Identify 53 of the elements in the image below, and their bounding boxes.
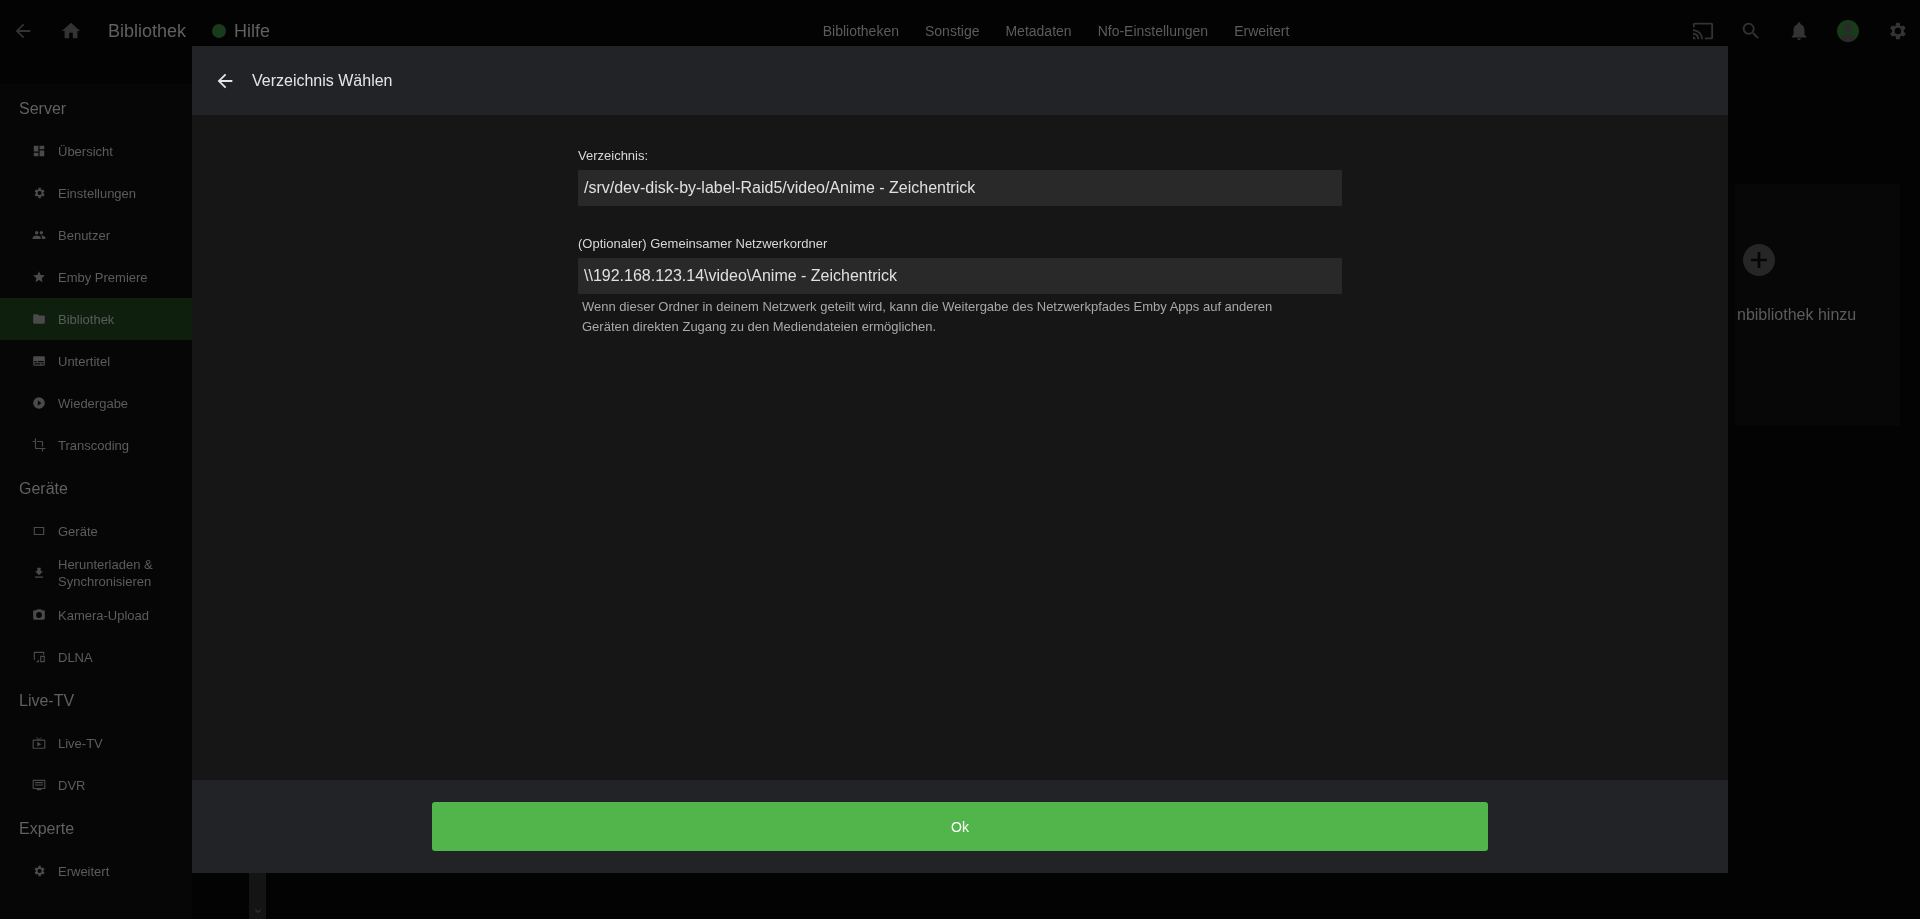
- download-icon: [32, 566, 46, 580]
- help-link[interactable]: Hilfe: [212, 20, 271, 42]
- subtitles-icon: [32, 354, 46, 368]
- plus-circle-icon: [1743, 244, 1775, 276]
- sidebar-item[interactable]: Transcoding: [0, 424, 192, 466]
- crop-icon: [32, 438, 46, 452]
- dialog-title: Verzeichnis Wählen: [252, 71, 393, 90]
- section-heading: Geräte: [18, 479, 69, 499]
- page-title: Bibliothek: [108, 20, 187, 42]
- star-icon: [32, 270, 46, 284]
- field-label: Verzeichnis:: [578, 148, 650, 163]
- tv-icon: [32, 736, 46, 750]
- input-field[interactable]: /srv/dev-disk-by-label-Raid5/video/Anime - Zeichentrick: [578, 170, 1342, 206]
- list-screen-icon: [32, 778, 46, 792]
- sidebar-item[interactable]: DVR: [0, 764, 192, 806]
- nav-tab[interactable]: Nfo-Einstellungen: [1097, 23, 1209, 39]
- sidebar-item[interactable]: Emby Premiere: [0, 256, 192, 298]
- nav-tab[interactable]: Bibliotheken: [822, 23, 899, 39]
- nav-tab[interactable]: Erweitert: [1234, 23, 1290, 39]
- sidebar-item[interactable]: Einstellungen: [0, 172, 192, 214]
- ok-button[interactable]: Ok: [432, 802, 1488, 851]
- camera-icon: [32, 608, 46, 622]
- sidebar-item[interactable]: Erweitert: [0, 850, 192, 892]
- sidebar-item[interactable]: Live-TV: [0, 722, 192, 764]
- field-label: (Optionaler) Gemeinsamer Netzwerkordner: [578, 236, 829, 251]
- help-text: Wenn dieser Ordner in deinem Netzwerk geteilt wird, kann die Weitergabe des Netzwerkpfades Emby Apps auf anderen Geräten direkten Zugang zu den Mediendateien ermöglichen.: [581, 298, 1274, 336]
- add-library-card[interactable]: nbibliothek hinzu: [1735, 184, 1900, 426]
- search-icon[interactable]: [1740, 20, 1762, 42]
- sidebar-item[interactable]: Benutzer: [0, 214, 192, 256]
- sidebar-item[interactable]: Wiedergabe: [0, 382, 192, 424]
- nav-tab[interactable]: Sonstige: [924, 23, 980, 39]
- sidebar-item[interactable]: Geräte: [0, 510, 192, 552]
- sidebar-item[interactable]: Kamera-Upload: [0, 594, 192, 636]
- folder-icon: [32, 312, 46, 326]
- card-label: nbibliothek hinzu: [1737, 306, 1857, 324]
- dashboard-icon: [32, 144, 46, 158]
- device-icon: [32, 524, 46, 538]
- gear-icon: [32, 186, 46, 200]
- sidebar-item[interactable]: Untertitel: [0, 340, 192, 382]
- section-heading: Experte: [18, 819, 76, 839]
- sidebar-item[interactable]: Bibliothek: [0, 298, 192, 340]
- user-avatar-icon[interactable]: [1836, 19, 1860, 43]
- gear-icon: [32, 864, 46, 878]
- section-heading: Live-TV: [18, 691, 76, 711]
- nav-tab[interactable]: Metadaten: [1005, 23, 1072, 39]
- sidebar-item[interactable]: Übersicht: [0, 130, 192, 172]
- people-icon: [32, 228, 46, 242]
- cast-icon[interactable]: [1692, 20, 1714, 42]
- sidebar-item[interactable]: DLNA: [0, 636, 192, 678]
- sidebar-item[interactable]: Herunterladen & Synchronisieren: [0, 552, 192, 594]
- input-field[interactable]: \\192.168.123.14\video\Anime - Zeichentrick: [578, 258, 1342, 294]
- section-heading: Server: [18, 99, 68, 119]
- screen-icon: [32, 650, 46, 664]
